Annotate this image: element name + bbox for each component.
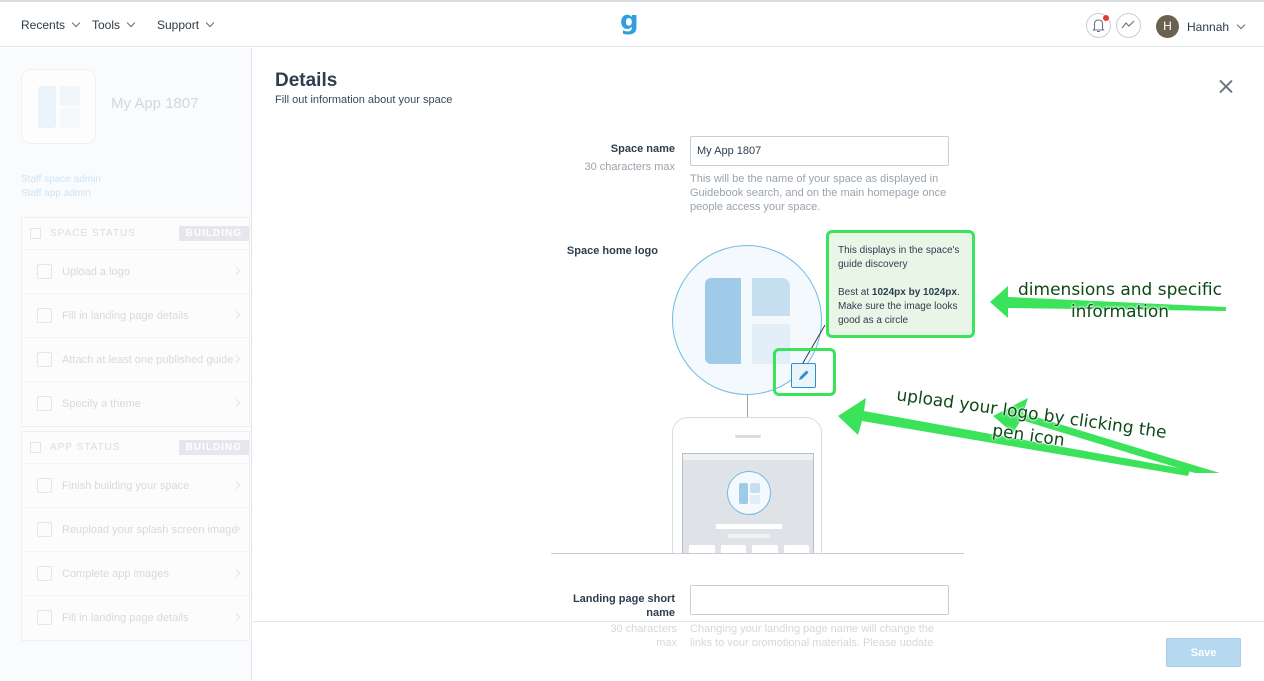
- recents-menu[interactable]: Recents: [21, 18, 81, 32]
- avatar[interactable]: H: [1156, 15, 1179, 38]
- phone-title-line: [716, 524, 782, 529]
- space-name-hint: 30 characters max: [584, 161, 675, 173]
- guidebook-logo[interactable]: g: [620, 6, 639, 36]
- phone-speaker: [735, 435, 761, 438]
- page-title: Details: [275, 70, 338, 91]
- logo-tile-top-right: [752, 278, 790, 316]
- sidebar-item-upload-logo[interactable]: Upload a logo: [22, 250, 249, 294]
- app-status-title: APP STATUS: [50, 442, 121, 453]
- phone-status-bar: [683, 454, 813, 460]
- annotation-dimensions: dimensions and specific information: [1018, 280, 1222, 322]
- user-name: Hannah: [1187, 20, 1230, 34]
- image-icon: [37, 522, 52, 537]
- chevron-right-icon: [231, 612, 241, 622]
- space-status-title: SPACE STATUS: [50, 228, 136, 239]
- support-menu[interactable]: Support: [157, 18, 215, 32]
- logo-info-note: This displays in the space's guide disco…: [826, 230, 975, 338]
- details-panel: Details Fill out information about your …: [253, 48, 1264, 681]
- brush-icon: [37, 396, 52, 411]
- sidebar-item-app-landing-details[interactable]: Fill in landing page details: [22, 596, 249, 640]
- landing-name-label: Landing page short name: [572, 593, 675, 619]
- section-divider: [551, 553, 964, 554]
- edit-logo-button[interactable]: [791, 363, 816, 388]
- chevron-right-icon: [231, 398, 241, 408]
- note-dimensions: 1024px by 1024px: [871, 287, 957, 298]
- landing-name-hint: 30 characters max: [610, 623, 677, 649]
- activity-icon: [1121, 20, 1135, 29]
- layout-icon: [37, 478, 52, 493]
- chevron-right-icon: [231, 266, 241, 276]
- staff-space-admin-link[interactable]: Staff space admin: [21, 174, 101, 185]
- chevron-right-icon: [231, 568, 241, 578]
- list-icon: [37, 308, 52, 323]
- app-name: My App 1807: [111, 95, 199, 112]
- support-label: Support: [157, 18, 200, 32]
- heart-icon: [37, 264, 52, 279]
- note-best: Best at 1024px by 1024px. Make sure the …: [838, 287, 960, 326]
- phone-screen: [682, 453, 814, 553]
- phone-tabs: [689, 545, 809, 553]
- logo-label: Space home logo: [566, 245, 658, 257]
- tools-label: Tools: [92, 18, 121, 32]
- sidebar-item-attach-guide[interactable]: Attach at least one published guide: [22, 338, 249, 382]
- app-status-panel: APP STATUS BUILDING Finish building your…: [21, 431, 250, 641]
- sidebar-item-label: Complete app images: [62, 567, 170, 580]
- sidebar: My App 1807 Staff space admin Staff app …: [0, 48, 252, 681]
- space-status-panel: SPACE STATUS BUILDING Upload a logo Fill…: [21, 217, 250, 427]
- sidebar-item-label: Upload a logo: [62, 265, 130, 278]
- page-subtitle: Fill out information about your space: [275, 94, 453, 106]
- list-icon: [37, 610, 52, 625]
- save-button[interactable]: Save: [1166, 638, 1241, 667]
- logo-tile-left: [705, 278, 741, 364]
- app-status-header: APP STATUS BUILDING: [22, 432, 249, 464]
- space-name-help: This will be the name of your space as d…: [690, 173, 947, 213]
- sidebar-item-label: Reupload your splash screen image: [62, 523, 238, 536]
- pen-icon: [799, 370, 809, 380]
- sidebar-item-label: Specify a theme: [62, 398, 141, 410]
- notifications-button[interactable]: [1086, 13, 1111, 38]
- landing-name-help: Changing your landing page name will cha…: [690, 623, 935, 646]
- sidebar-item-theme[interactable]: Specify a theme: [22, 382, 249, 426]
- notification-dot: [1103, 15, 1109, 21]
- phone-preview: [672, 417, 822, 553]
- space-status-header: SPACE STATUS BUILDING: [22, 218, 249, 250]
- chevron-right-icon: [231, 310, 241, 320]
- landing-name-input[interactable]: [690, 585, 949, 615]
- close-icon[interactable]: [1216, 77, 1236, 97]
- note-line1: This displays in the space's guide disco…: [838, 245, 960, 270]
- sidebar-item-label: Fill in landing page details: [62, 309, 189, 322]
- recents-label: Recents: [21, 18, 66, 32]
- phone-subtitle-line: [728, 534, 770, 538]
- space-name-input[interactable]: [690, 136, 949, 166]
- staff-app-admin-link[interactable]: Staff app admin: [21, 188, 91, 199]
- grid-icon: [30, 228, 41, 239]
- sidebar-item-splash-image[interactable]: Reupload your splash screen image: [22, 508, 249, 552]
- sidebar-item-app-images[interactable]: Complete app images: [22, 552, 249, 596]
- sidebar-item-label: Fill in landing page details: [62, 612, 189, 624]
- space-name-label: Space name: [610, 143, 675, 155]
- top-navigation: Recents Tools Support g H Hannah: [0, 0, 1264, 47]
- phone-logo: [727, 471, 771, 515]
- footer-bar: 30 characters max Changing your landing …: [253, 621, 1264, 681]
- chevron-down-icon: [205, 18, 215, 28]
- sidebar-item-finish-space[interactable]: Finish building your space: [22, 464, 249, 508]
- sidebar-item-label: Finish building your space: [62, 479, 190, 492]
- chevron-down-icon: [126, 18, 136, 28]
- status-badge: BUILDING: [178, 440, 249, 455]
- sidebar-item-label: Attach at least one published guide: [62, 353, 234, 366]
- chevron-down-icon: [1236, 20, 1246, 30]
- chevron-down-icon: [71, 18, 81, 28]
- attach-icon: [37, 352, 52, 367]
- sidebar-item-landing-details[interactable]: Fill in landing page details: [22, 294, 249, 338]
- app-logo-tile: [21, 69, 96, 144]
- chevron-right-icon: [231, 480, 241, 490]
- image-icon: [37, 566, 52, 581]
- tools-menu[interactable]: Tools: [92, 18, 136, 32]
- phone-icon: [30, 442, 41, 453]
- user-menu[interactable]: Hannah: [1187, 20, 1246, 34]
- status-badge: BUILDING: [178, 226, 249, 241]
- activity-button[interactable]: [1116, 13, 1141, 38]
